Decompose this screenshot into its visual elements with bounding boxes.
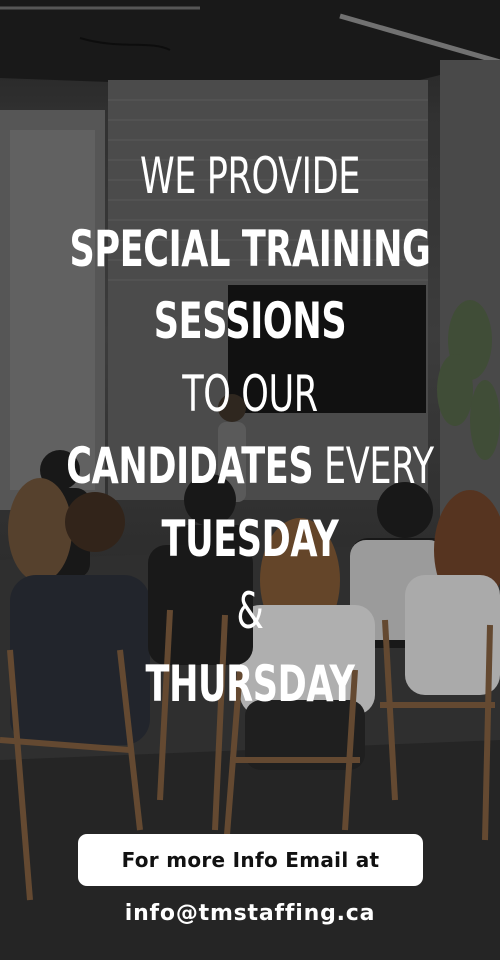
- headline-every: EVERY: [313, 437, 434, 495]
- headline-line-5: CANDIDATES EVERY: [55, 430, 445, 503]
- headline-line-3: SESSIONS: [153, 292, 347, 350]
- training-poster: WE PROVIDE SPECIAL TRAINING SESSIONS TO …: [0, 0, 500, 960]
- headline-line-2: SPECIAL TRAINING: [69, 219, 431, 278]
- headline-line-8: THURSDAY: [145, 654, 355, 713]
- headline: WE PROVIDE SPECIAL TRAINING SESSIONS TO …: [0, 140, 500, 720]
- info-email-button[interactable]: For more Info Email at: [78, 834, 423, 886]
- headline-line-1: WE PROVIDE: [139, 147, 361, 205]
- headline-candidates: CANDIDATES: [66, 437, 314, 495]
- headline-line-4: TO OUR: [182, 364, 318, 423]
- headline-line-6: TUESDAY: [161, 509, 339, 568]
- contact-email-link[interactable]: info@tmstaffing.ca: [0, 896, 500, 932]
- headline-line-7: &: [236, 582, 264, 640]
